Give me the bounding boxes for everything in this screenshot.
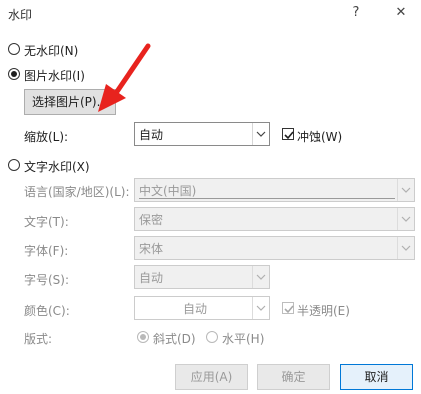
text-label: 文字(T): (24, 215, 69, 229)
color-label: 颜色(C): (24, 304, 70, 318)
color-value: 自动 (183, 302, 208, 316)
text-watermark-radio[interactable] (8, 159, 20, 171)
close-button[interactable]: ✕ (392, 4, 410, 22)
size-value: 自动 (139, 271, 164, 285)
chevron-down-icon[interactable] (252, 297, 269, 319)
help-button[interactable]: ? (347, 4, 365, 22)
language-select[interactable]: 中文(中国) (134, 178, 415, 202)
horizontal-radio[interactable] (206, 331, 218, 343)
color-select[interactable]: 自动 (134, 296, 270, 320)
language-underline (139, 198, 395, 199)
ok-button[interactable]: 确定 (257, 364, 330, 390)
language-label: 语言(国家/地区)(L): (24, 185, 130, 199)
text-value: 保密 (139, 213, 164, 227)
horizontal-label[interactable]: 水平(H) (222, 330, 264, 347)
font-value: 宋体 (139, 242, 164, 256)
chevron-down-icon[interactable] (397, 237, 414, 259)
no-watermark-label[interactable]: 无水印(N) (24, 42, 78, 59)
dialog-title: 水印 (8, 8, 33, 22)
text-select[interactable]: 保密 (134, 207, 415, 231)
font-label: 字体(F): (24, 244, 69, 258)
chevron-down-icon[interactable] (397, 208, 414, 230)
picture-watermark-label[interactable]: 图片水印(I) (24, 67, 85, 84)
diagonal-radio[interactable] (137, 331, 149, 343)
scale-value: 自动 (139, 128, 164, 142)
chevron-down-icon[interactable] (252, 266, 269, 288)
semitransparent-label[interactable]: 半透明(E) (297, 302, 350, 319)
diagonal-label[interactable]: 斜式(D) (153, 330, 196, 347)
font-select[interactable]: 宋体 (134, 236, 415, 260)
check-icon (284, 305, 294, 314)
chevron-down-icon[interactable] (252, 123, 269, 145)
red-arrow-annotation (98, 43, 151, 112)
chevron-down-icon[interactable] (397, 179, 414, 201)
check-icon (284, 131, 294, 140)
size-select[interactable]: 自动 (134, 265, 270, 289)
language-value: 中文(中国) (139, 184, 197, 198)
washout-checkbox[interactable] (282, 128, 294, 140)
no-watermark-radio[interactable] (8, 43, 20, 55)
cancel-button[interactable]: 取消 (340, 364, 413, 390)
text-watermark-label[interactable]: 文字水印(X) (24, 158, 90, 175)
washout-label[interactable]: 冲蚀(W) (297, 128, 342, 145)
scale-select[interactable]: 自动 (134, 122, 270, 146)
size-label: 字号(S): (24, 273, 70, 287)
scale-label: 缩放(L): (24, 130, 69, 144)
semitransparent-checkbox[interactable] (282, 302, 294, 314)
picture-watermark-radio[interactable] (8, 68, 20, 80)
layout-label: 版式: (24, 332, 53, 346)
apply-button[interactable]: 应用(A) (175, 364, 248, 390)
